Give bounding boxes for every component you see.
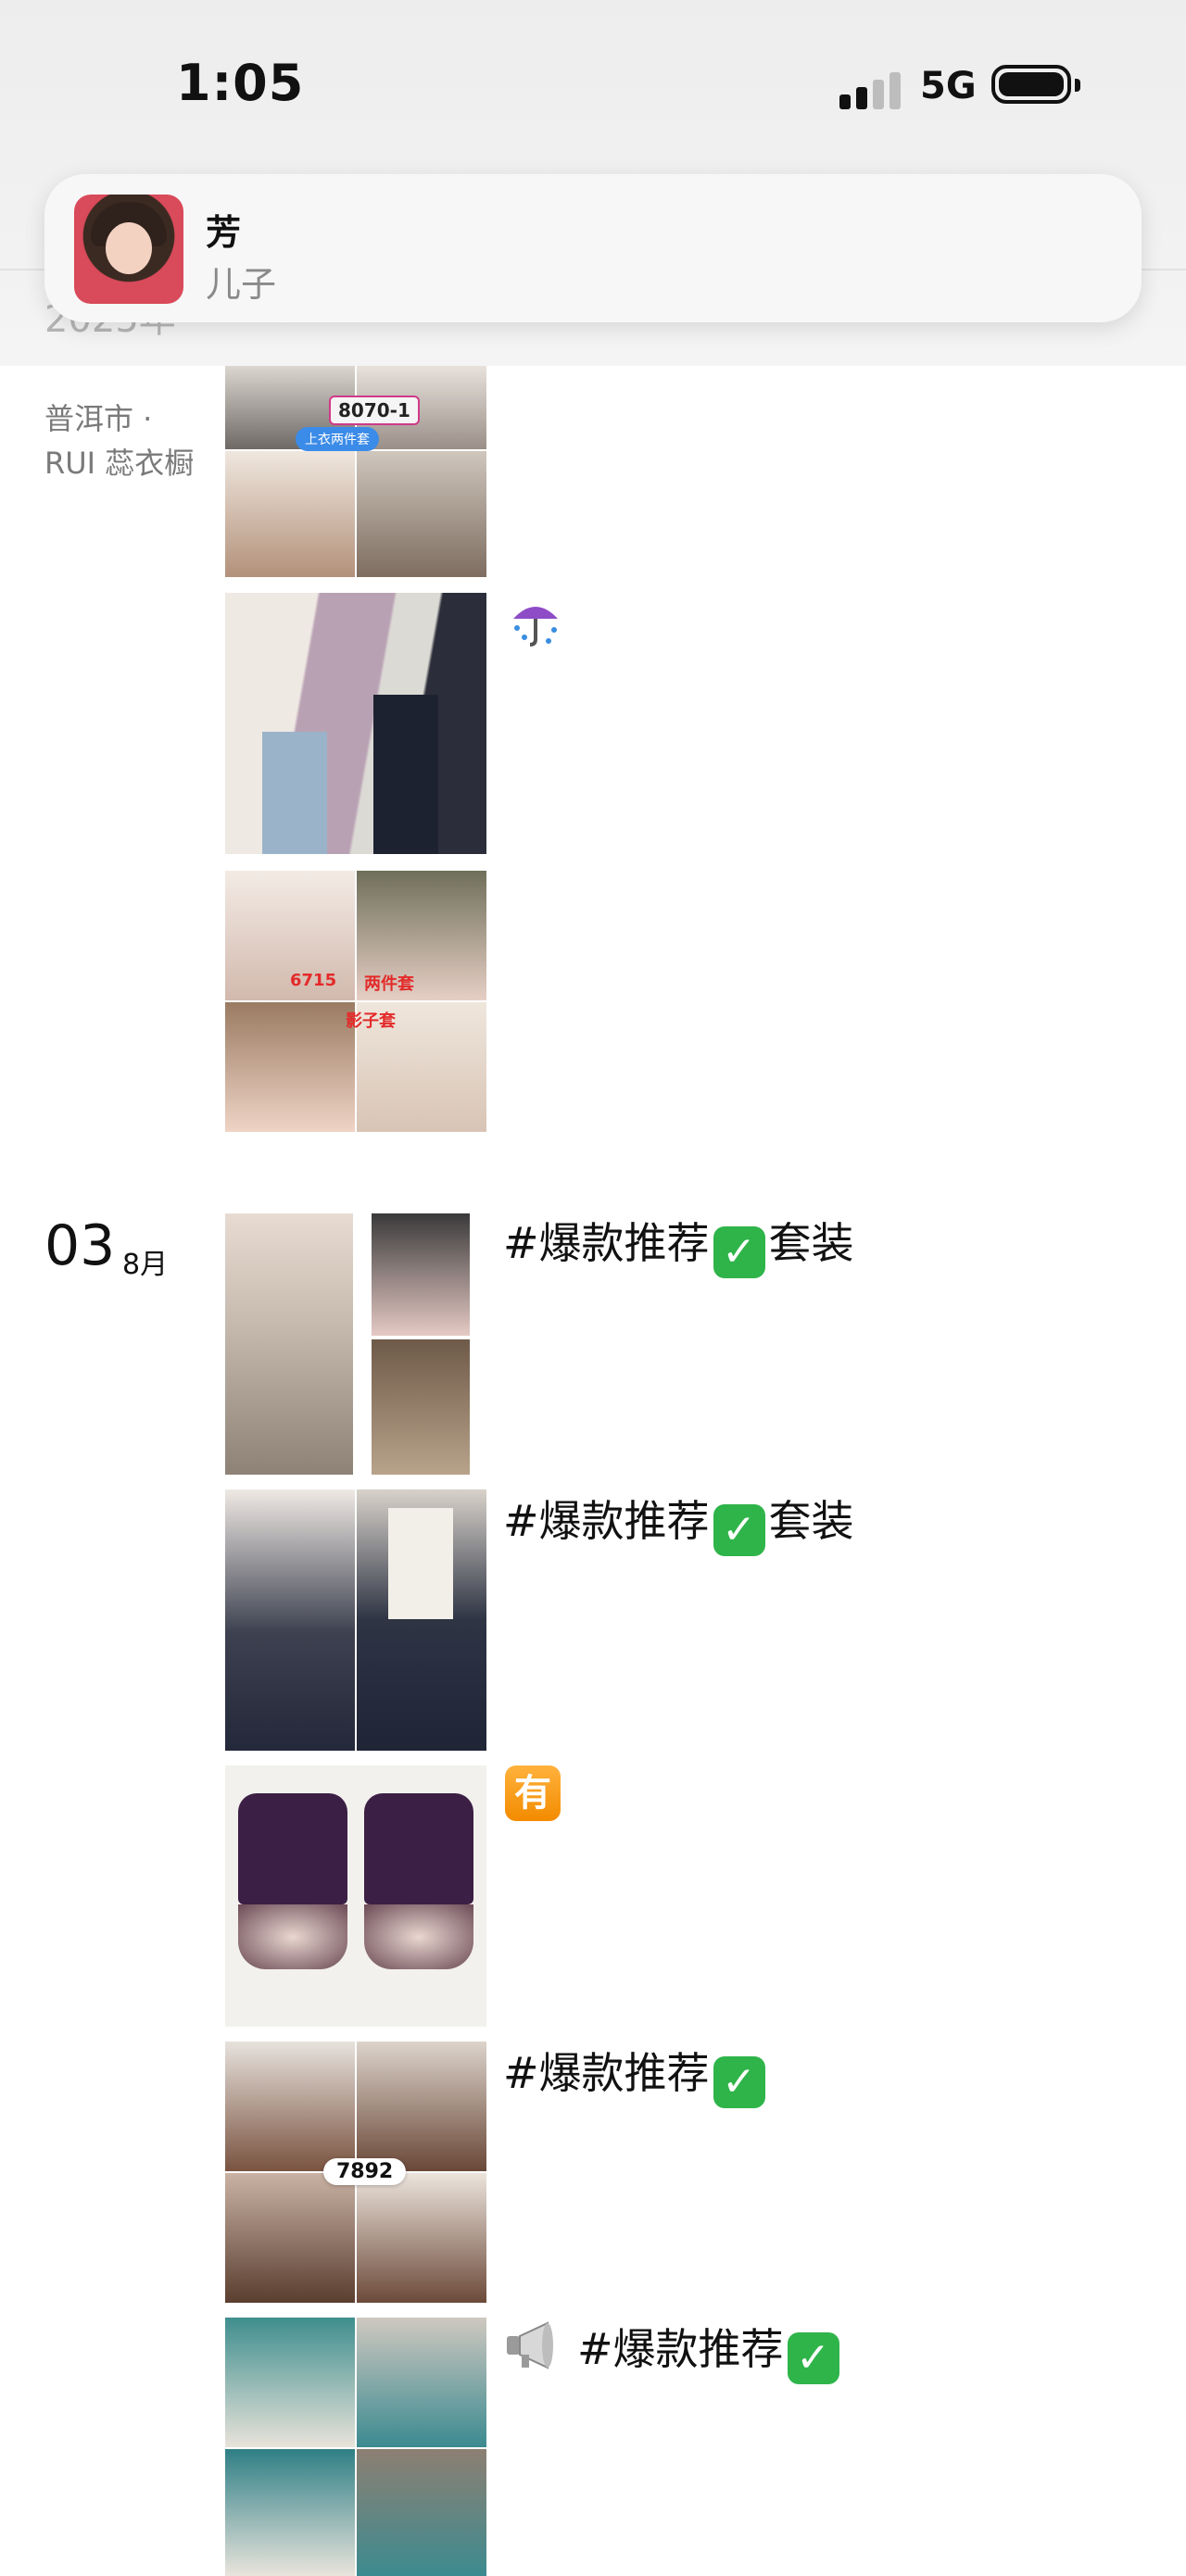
date-month: 8月 bbox=[122, 1249, 169, 1281]
avatar bbox=[74, 195, 183, 304]
network-type: 5G bbox=[920, 65, 977, 107]
check-mark-icon: ✓ bbox=[787, 2332, 839, 2384]
post-thumbnail[interactable] bbox=[225, 1766, 486, 2027]
location-line-2: RUI 蕊衣橱 bbox=[44, 446, 195, 481]
check-mark-icon: ✓ bbox=[713, 1226, 765, 1278]
megaphone-icon bbox=[503, 2319, 562, 2371]
umbrella-with-rain-icon bbox=[508, 593, 563, 648]
notification-title: 芳 bbox=[206, 212, 242, 253]
overlay-text: 6715 bbox=[290, 971, 337, 990]
post-thumbnail[interactable] bbox=[225, 1213, 486, 1475]
post-thumbnail[interactable] bbox=[225, 1489, 486, 1751]
post-thumbnail[interactable] bbox=[225, 593, 486, 854]
post-thumbnail[interactable] bbox=[225, 2318, 486, 2576]
post-caption: #爆款推荐 ✓ 套装 bbox=[503, 1210, 854, 1278]
notification-banner[interactable]: 芳 儿子 bbox=[44, 174, 1142, 322]
battery-icon bbox=[991, 65, 1080, 104]
check-mark-icon: ✓ bbox=[713, 1504, 765, 1556]
post-caption: #爆款推荐 ✓ bbox=[503, 2316, 843, 2384]
post-badge: 7892 bbox=[323, 2158, 407, 2185]
overlay-tag: 8070-1 bbox=[329, 396, 420, 425]
you-button-icon: 有 bbox=[505, 1766, 561, 1821]
post-thumbnail[interactable]: 8070-1 上衣两件套 bbox=[225, 366, 486, 577]
overlay-text: 影子套 bbox=[346, 1012, 396, 1031]
status-time: 1:05 bbox=[176, 54, 305, 112]
date-day: 03 bbox=[44, 1213, 116, 1278]
notification-subtitle: 儿子 bbox=[206, 264, 277, 305]
check-mark-icon: ✓ bbox=[713, 2056, 765, 2108]
overlay-tag: 上衣两件套 bbox=[296, 427, 379, 451]
overlay-text: 两件套 bbox=[364, 974, 414, 994]
cellular-signal-icon bbox=[839, 67, 904, 109]
post-thumbnail[interactable]: 6715 两件套 影子套 bbox=[225, 871, 486, 1132]
post-thumbnail[interactable]: 7892 bbox=[225, 2042, 486, 2303]
post-caption: #爆款推荐 ✓ 套装 bbox=[503, 1488, 854, 1556]
location-line-1: 普洱市 · bbox=[44, 401, 153, 436]
post-caption: #爆款推荐 ✓ bbox=[503, 2040, 769, 2108]
